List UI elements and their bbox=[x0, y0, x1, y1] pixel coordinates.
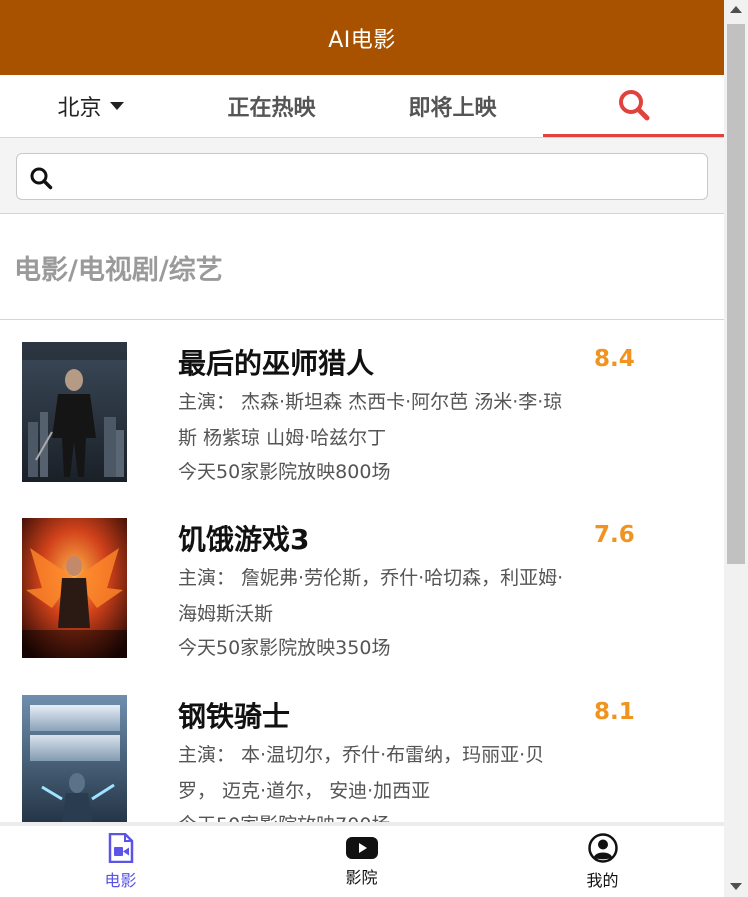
movie-score: 8.4 bbox=[594, 346, 635, 372]
bottom-tab-bar: 电影 影院 我的 bbox=[0, 822, 724, 897]
movie-poster bbox=[22, 342, 127, 482]
search-bar bbox=[0, 138, 724, 214]
movie-item[interactable]: 钢铁骑士 8.1 主演： 本·温切尔，乔什·布雷纳，玛丽亚·贝罗， 迈克·道尔，… bbox=[0, 673, 724, 843]
scroll-thumb[interactable] bbox=[727, 24, 745, 564]
city-label: 北京 bbox=[57, 96, 102, 121]
tab-search[interactable] bbox=[543, 75, 724, 137]
tab-now-playing[interactable]: 正在热映 bbox=[181, 75, 362, 137]
section-header: 电影/电视剧/综艺 bbox=[0, 214, 724, 320]
user-circle-icon bbox=[587, 832, 618, 863]
tab-cinema-label: 影院 bbox=[345, 867, 378, 887]
movie-title: 饥饿游戏3 bbox=[178, 523, 310, 556]
scroll-down-arrow-icon[interactable] bbox=[730, 883, 742, 890]
movie-showtimes: 今天50家影院放映350场 bbox=[178, 637, 391, 659]
movie-item[interactable]: 最后的巫师猎人 8.4 主演： 杰森·斯坦森 杰西卡·阿尔芭 汤米·李·琼斯 杨… bbox=[0, 320, 724, 490]
app-title: AI电影 bbox=[328, 27, 396, 53]
movie-poster bbox=[22, 518, 127, 658]
movie-title: 钢铁骑士 bbox=[178, 700, 291, 733]
movie-cast: 主演： 本·温切尔，乔什·布雷纳，玛丽亚·贝罗， 迈克·道尔， 安迪·加西亚 bbox=[178, 744, 545, 802]
tab-coming-soon[interactable]: 即将上映 bbox=[362, 75, 543, 137]
movie-cast: 主演： 杰森·斯坦森 杰西卡·阿尔芭 汤米·李·琼斯 杨紫琼 山姆·哈兹尔丁 bbox=[178, 391, 563, 449]
tab-now-playing-label: 正在热映 bbox=[227, 96, 316, 121]
top-nav: 北京 正在热映 即将上映 bbox=[0, 75, 724, 138]
city-selector[interactable]: 北京 bbox=[0, 75, 181, 137]
search-box bbox=[16, 153, 708, 200]
play-button-icon bbox=[345, 836, 378, 859]
movie-title: 最后的巫师猎人 bbox=[178, 347, 375, 380]
app-header: AI电影 bbox=[0, 0, 724, 75]
tab-movie[interactable]: 电影 bbox=[0, 826, 241, 897]
movie-score: 7.6 bbox=[594, 522, 635, 548]
app: AI电影 北京 正在热映 即将上映 电影/电视剧/综艺 最后的巫师猎人 8.4 … bbox=[0, 0, 724, 897]
movie-score: 8.1 bbox=[594, 699, 635, 725]
section-title: 电影/电视剧/综艺 bbox=[14, 255, 223, 286]
caret-down-icon bbox=[109, 102, 124, 110]
search-input[interactable] bbox=[61, 162, 695, 192]
scrollbar[interactable] bbox=[724, 0, 748, 897]
search-icon bbox=[30, 167, 53, 190]
search-icon bbox=[618, 89, 649, 120]
video-file-icon bbox=[108, 832, 133, 863]
tab-cinema[interactable]: 影院 bbox=[241, 826, 482, 897]
movie-item[interactable]: 饥饿游戏3 7.6 主演： 詹妮弗·劳伦斯，乔什·哈切森，利亚姆·海姆斯沃斯 今… bbox=[0, 496, 724, 666]
movie-poster bbox=[22, 695, 127, 835]
scroll-up-arrow-icon[interactable] bbox=[730, 6, 742, 13]
tab-coming-soon-label: 即将上映 bbox=[408, 96, 497, 121]
movie-showtimes: 今天50家影院放映800场 bbox=[178, 461, 391, 483]
tab-mine[interactable]: 我的 bbox=[482, 826, 723, 897]
tab-movie-label: 电影 bbox=[104, 870, 137, 890]
tab-mine-label: 我的 bbox=[586, 870, 619, 890]
movie-cast: 主演： 詹妮弗·劳伦斯，乔什·哈切森，利亚姆·海姆斯沃斯 bbox=[178, 567, 564, 625]
